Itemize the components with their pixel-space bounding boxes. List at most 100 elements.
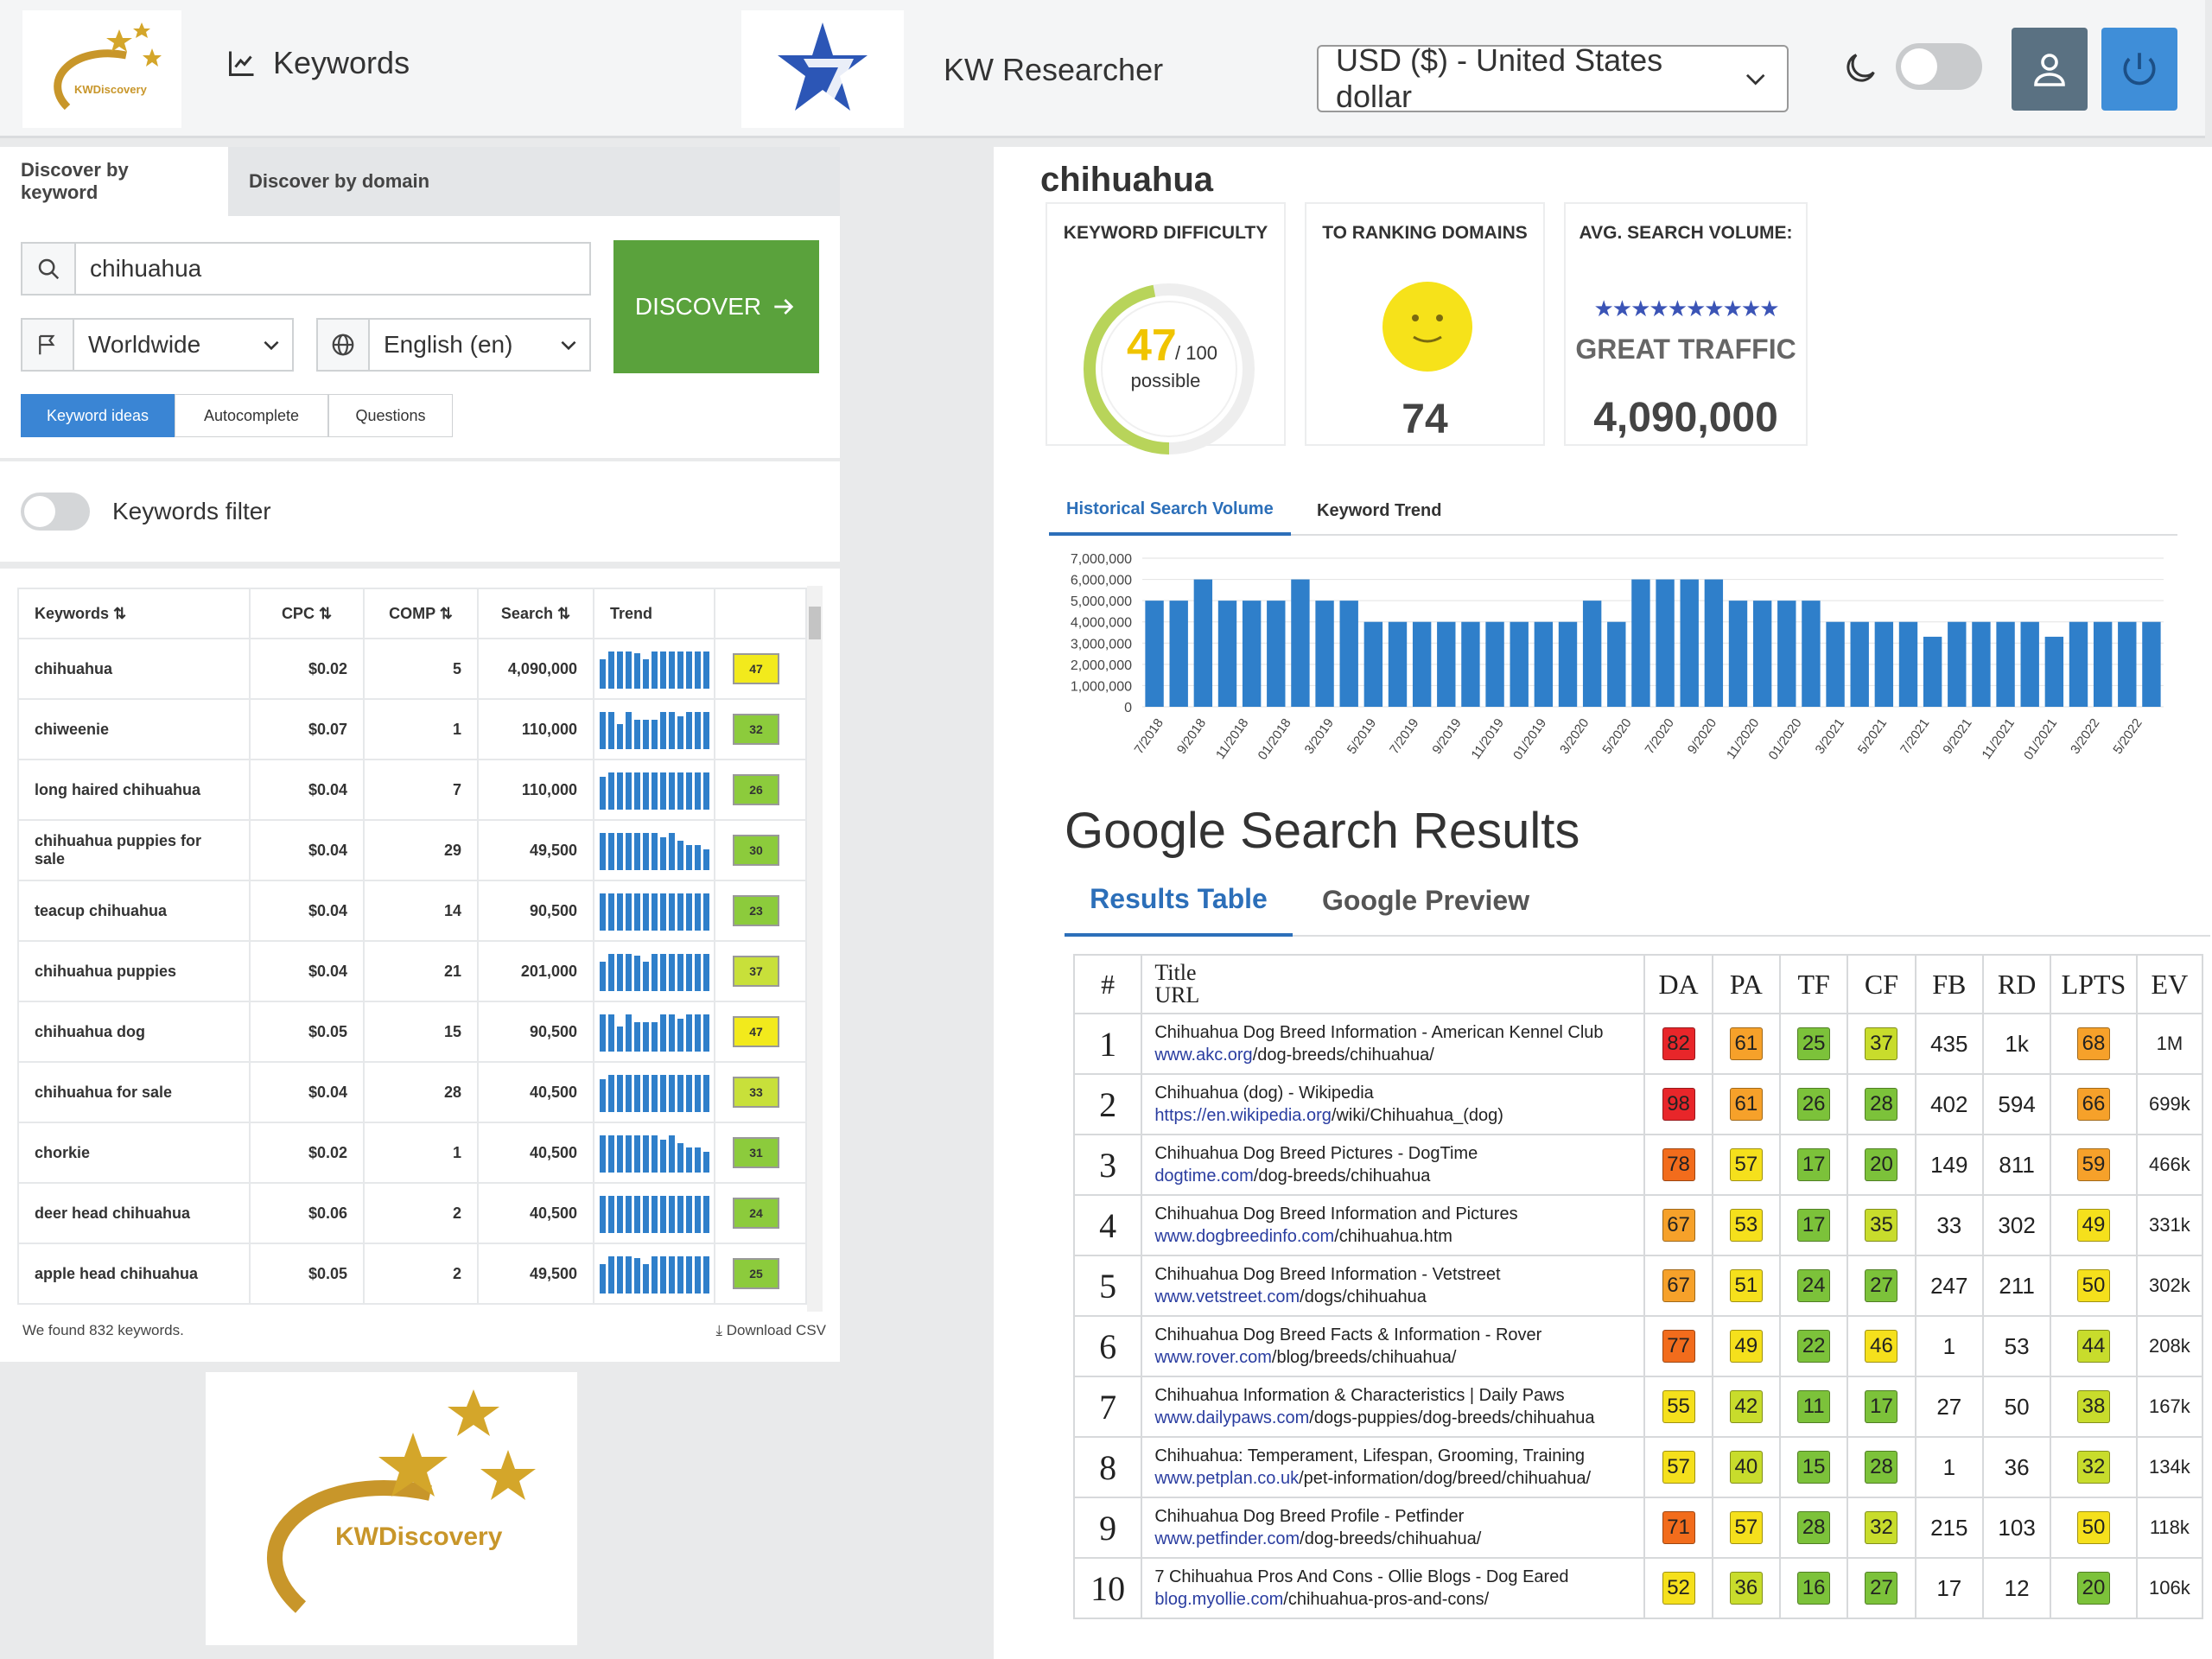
- result-url[interactable]: www.akc.org/dog-breeds/chihuahua/: [1154, 1044, 1643, 1066]
- mode-questions[interactable]: Questions: [328, 394, 453, 437]
- result-title[interactable]: Chihuahua: Temperament, Lifespan, Groomi…: [1154, 1445, 1643, 1467]
- scroll-thumb[interactable]: [809, 607, 821, 639]
- fb-cell: 215: [1914, 1497, 1984, 1559]
- language-select[interactable]: English (en): [316, 318, 591, 372]
- pa-cell: 40: [1711, 1436, 1782, 1498]
- result-title[interactable]: Chihuahua Dog Breed Facts & Information …: [1154, 1324, 1643, 1346]
- trend-bar: [695, 1147, 701, 1173]
- kwdiscovery-logo[interactable]: KWDiscovery: [22, 10, 181, 128]
- keyword-row[interactable]: chiweenie $0.07 1 110,000 32: [17, 698, 807, 760]
- keyword-cell[interactable]: chihuahua puppies: [17, 940, 251, 1002]
- keyword-row[interactable]: chihuahua puppies $0.04 21 201,000 37: [17, 940, 807, 1002]
- tf-cell: 11: [1779, 1376, 1849, 1438]
- location-value: Worldwide: [88, 331, 201, 358]
- y-tick-label: 0: [1124, 701, 1132, 715]
- trend-bar: [669, 1014, 675, 1052]
- result-title[interactable]: Chihuahua Dog Breed Pictures - DogTime: [1154, 1142, 1643, 1165]
- result-title[interactable]: Chihuahua Dog Breed Profile - Petfinder: [1154, 1505, 1643, 1528]
- pa-cell: 57: [1711, 1134, 1782, 1196]
- tab-historical-search-volume[interactable]: Historical Search Volume: [1049, 486, 1291, 536]
- col-search[interactable]: Search ⇅: [477, 588, 594, 639]
- result-url[interactable]: www.vetstreet.com/dogs/chihuahua: [1154, 1286, 1643, 1308]
- result-url[interactable]: www.dogbreedinfo.com/chihuahua.htm: [1154, 1225, 1643, 1248]
- currency-select[interactable]: USD ($) - United States dollar: [1317, 42, 1789, 114]
- rating-stars: ★★★★★★★★★★: [1593, 296, 1779, 321]
- keyword-row[interactable]: chihuahua $0.02 5 4,090,000 47: [17, 638, 807, 700]
- result-title[interactable]: Chihuahua (dog) - Wikipedia: [1154, 1082, 1643, 1104]
- discover-button[interactable]: DISCOVER: [613, 240, 819, 373]
- tab-google-preview[interactable]: Google Preview: [1322, 864, 1529, 937]
- col-cpc[interactable]: CPC ⇅: [249, 588, 365, 639]
- trend-bar: [634, 1135, 640, 1173]
- keyword-row[interactable]: deer head chihuahua $0.06 2 40,500 24: [17, 1182, 807, 1244]
- keywords-filter-toggle[interactable]: [21, 493, 90, 531]
- keyword-row[interactable]: chorkie $0.02 1 40,500 31: [17, 1122, 807, 1184]
- keyword-row[interactable]: chihuahua dog $0.05 15 90,500 47: [17, 1001, 807, 1063]
- trend-bar: [608, 711, 614, 749]
- keyword-cell[interactable]: chihuahua puppies for sale: [17, 819, 251, 881]
- tab-discover-by-domain[interactable]: Discover by domain: [228, 147, 450, 216]
- result-path: /blog/breeds/chihuahua/: [1271, 1348, 1457, 1367]
- result-url[interactable]: www.rover.com/blog/breeds/chihuahua/: [1154, 1346, 1643, 1369]
- keyword-row[interactable]: teacup chihuahua $0.04 14 90,500 23: [17, 880, 807, 942]
- tab-results-table[interactable]: Results Table: [1065, 864, 1293, 937]
- result-url[interactable]: www.petplan.co.uk/pet-information/dog/br…: [1154, 1467, 1643, 1490]
- power-button[interactable]: [2101, 28, 2177, 111]
- tab-keyword-trend[interactable]: Keyword Trend: [1300, 486, 1459, 536]
- trend-bar: [703, 1014, 709, 1052]
- lpts-cell: 38: [2050, 1376, 2138, 1438]
- search-cell: 40,500: [477, 1182, 594, 1244]
- download-csv-link[interactable]: ⤓ Download CSV: [715, 1322, 826, 1339]
- nav-keywords[interactable]: Keywords: [226, 45, 410, 81]
- trend-bar: [677, 840, 683, 870]
- result-url[interactable]: dogtime.com/dog-breeds/chihuahua: [1154, 1165, 1643, 1187]
- result-domain: www.petfinder.com: [1154, 1529, 1300, 1548]
- col-comp[interactable]: COMP ⇅: [363, 588, 479, 639]
- keyword-row[interactable]: apple head chihuahua $0.05 2 49,500 25: [17, 1243, 807, 1305]
- keyword-cell[interactable]: deer head chihuahua: [17, 1182, 251, 1244]
- keyword-cell[interactable]: chihuahua dog: [17, 1001, 251, 1063]
- keyword-cell[interactable]: long haired chihuahua: [17, 759, 251, 821]
- trend-bar: [652, 832, 658, 870]
- result-title[interactable]: Chihuahua Dog Breed Information and Pict…: [1154, 1203, 1643, 1225]
- mode-autocomplete[interactable]: Autocomplete: [175, 394, 328, 437]
- keyword-cell[interactable]: chihuahua for sale: [17, 1061, 251, 1123]
- mode-keyword-ideas[interactable]: Keyword ideas: [21, 394, 175, 437]
- keyword-row[interactable]: long haired chihuahua $0.04 7 110,000 26: [17, 759, 807, 821]
- keyword-row[interactable]: chihuahua for sale $0.04 28 40,500 33: [17, 1061, 807, 1123]
- result-title[interactable]: Chihuahua Dog Breed Information - Vetstr…: [1154, 1263, 1643, 1286]
- keyword-cell[interactable]: teacup chihuahua: [17, 880, 251, 942]
- keyword-table-scrollbar[interactable]: [807, 586, 823, 1312]
- result-title[interactable]: Chihuahua Dog Breed Information - Americ…: [1154, 1021, 1643, 1044]
- trend-bar: [695, 1014, 701, 1052]
- keyword-cell[interactable]: chihuahua: [17, 638, 251, 700]
- keyword-row[interactable]: chihuahua puppies for sale $0.04 29 49,500 3…: [17, 819, 807, 881]
- y-tick-label: 6,000,000: [1071, 574, 1132, 588]
- comp-cell: 7: [363, 759, 479, 821]
- result-url[interactable]: blog.myollie.com/chihuahua-pros-and-cons…: [1154, 1588, 1643, 1611]
- user-button[interactable]: [2012, 28, 2088, 111]
- trend-bar: [686, 844, 692, 870]
- keyword-cell[interactable]: apple head chihuahua: [17, 1243, 251, 1305]
- keyword-cell[interactable]: chiweenie: [17, 698, 251, 760]
- tab-discover-by-keyword[interactable]: Discover by keyword: [0, 147, 228, 216]
- col-keywords[interactable]: Keywords ⇅: [17, 588, 251, 639]
- search-cell: 90,500: [477, 880, 594, 942]
- trend-bar: [695, 711, 701, 749]
- result-url[interactable]: www.petfinder.com/dog-breeds/chihuahua/: [1154, 1528, 1643, 1550]
- col-rd: RD: [1981, 954, 2052, 1014]
- keyword-search-input[interactable]: chihuahua: [21, 242, 591, 296]
- trend-bar: [652, 772, 658, 810]
- difficulty-cell: 31: [714, 1122, 807, 1184]
- sort-icon: ⇅: [439, 604, 453, 622]
- difficulty-badge: 25: [733, 1258, 779, 1289]
- result-url[interactable]: https://en.wikipedia.org/wiki/Chihuahua_…: [1154, 1104, 1643, 1127]
- trend-bar: [634, 832, 640, 870]
- rank-cell: 6: [1072, 1315, 1143, 1377]
- location-select[interactable]: Worldwide: [21, 318, 294, 372]
- keyword-cell[interactable]: chorkie: [17, 1122, 251, 1184]
- result-title[interactable]: 7 Chihuahua Pros And Cons - Ollie Blogs …: [1154, 1566, 1643, 1588]
- result-title[interactable]: Chihuahua Information & Characteristics …: [1154, 1384, 1643, 1407]
- theme-toggle[interactable]: [1896, 43, 1982, 90]
- result-url[interactable]: www.dailypaws.com/dogs-puppies/dog-breed…: [1154, 1407, 1643, 1429]
